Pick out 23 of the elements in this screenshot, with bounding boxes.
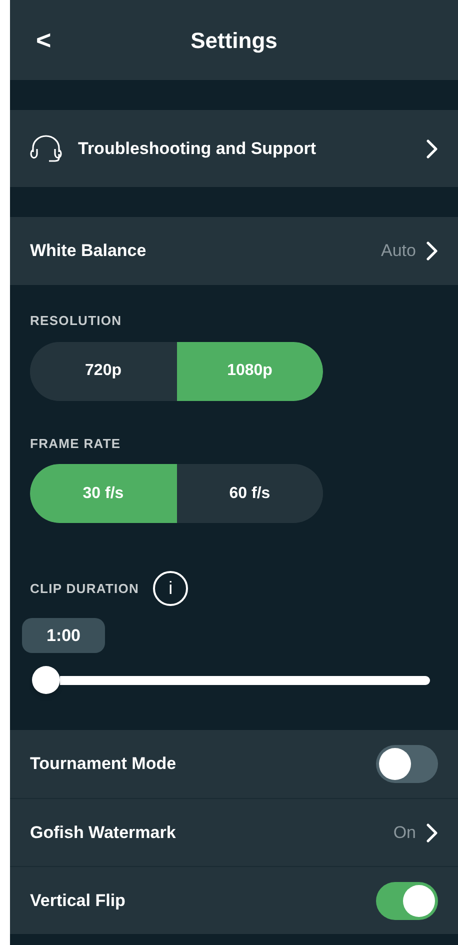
row-value: On (393, 822, 416, 844)
support-row[interactable]: Troubleshooting and Support (10, 110, 458, 187)
section-label: CLIP DURATION (30, 580, 140, 598)
window-title: Settings (190, 26, 278, 55)
section-label: RESOLUTION (30, 312, 123, 330)
toggle-switch[interactable] (376, 745, 438, 783)
settings-row[interactable]: Tournament Mode (10, 730, 458, 798)
camera-setting-row[interactable]: White Balance Auto (10, 217, 458, 285)
row-label: Tournament Mode (30, 753, 178, 776)
settings-row[interactable]: Gofish Watermark On (10, 798, 458, 866)
info-button[interactable]: i (153, 571, 188, 606)
slider-tooltip: 1:00 (22, 618, 105, 653)
toggle-switch[interactable] (376, 882, 438, 920)
row-label: Gofish Watermark (30, 822, 177, 844)
back-button[interactable]: < (36, 20, 52, 60)
section-label: FRAME RATE (30, 434, 122, 452)
headset-icon (30, 134, 62, 164)
chevron-right-icon (426, 241, 438, 261)
slider-thumb[interactable] (32, 666, 60, 694)
settings-row[interactable]: Vertical Flip (10, 866, 458, 934)
chevron-right-icon (426, 822, 438, 842)
row-label: Vertical Flip (30, 890, 126, 912)
chevron-right-icon (426, 138, 438, 158)
